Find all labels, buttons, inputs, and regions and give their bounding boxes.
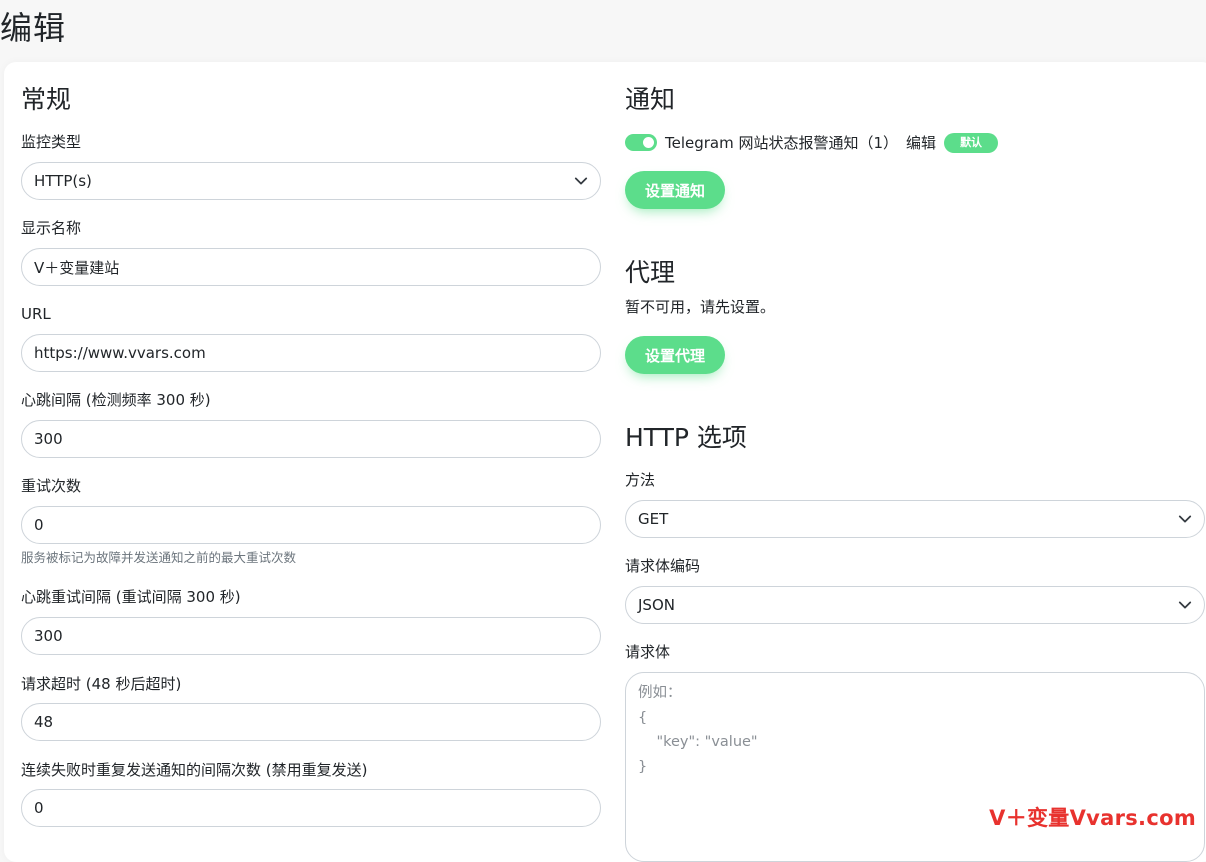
method-value: GET [638,510,669,528]
resend-interval-label: 连续失败时重复发送通知的间隔次数 (禁用重复发送) [21,761,368,779]
display-name-label: 显示名称 [21,219,82,237]
method-select[interactable]: GET [625,500,1205,538]
request-timeout-input[interactable]: 48 [21,703,601,741]
chevron-down-icon [1178,515,1192,523]
display-name-input[interactable]: V＋变量建站 [21,248,601,286]
notification-name: Telegram 网站状态报警通知（1） [665,134,899,152]
proxy-unavailable-text: 暂不可用，请先设置。 [625,298,776,316]
url-input[interactable]: https://www.vvars.com [21,334,601,372]
retries-input[interactable]: 0 [21,506,601,544]
notification-item: Telegram 网站状态报警通知（1） 编辑 默认 [625,132,999,153]
monitor-type-label: 监控类型 [21,133,82,151]
retry-interval-input[interactable]: 300 [21,617,601,655]
url-label: URL [21,305,51,323]
body-encoding-select[interactable]: JSON [625,586,1205,624]
retries-help-text: 服务被标记为故障并发送通知之前的最大重试次数 [21,550,297,565]
notification-edit-link[interactable]: 编辑 [906,132,936,153]
general-heading: 常规 [21,85,72,114]
method-label: 方法 [625,471,656,489]
retries-label: 重试次数 [21,477,82,495]
watermark: V＋变量Vvars.com [989,806,1196,830]
body-encoding-label: 请求体编码 [625,557,701,575]
monitor-type-value: HTTP(s) [34,172,92,190]
setup-notification-button[interactable]: 设置通知 [625,171,726,209]
chevron-down-icon [574,177,588,185]
monitor-type-select[interactable]: HTTP(s) [21,162,601,200]
default-badge: 默认 [944,132,999,153]
http-options-heading: HTTP 选项 [625,423,747,452]
body-encoding-value: JSON [638,596,675,614]
heartbeat-interval-label: 心跳间隔 (检测频率 300 秒) [21,391,211,409]
notification-toggle[interactable] [625,134,657,151]
setup-proxy-button[interactable]: 设置代理 [625,336,726,374]
request-timeout-label: 请求超时 (48 秒后超时) [21,675,182,693]
body-textarea[interactable] [625,672,1205,862]
notifications-heading: 通知 [625,85,676,114]
heartbeat-interval-input[interactable]: 300 [21,420,601,458]
resend-interval-input[interactable]: 0 [21,789,601,827]
body-label: 请求体 [625,643,671,661]
retry-interval-label: 心跳重试间隔 (重试间隔 300 秒) [21,588,241,606]
page-title: 编辑 [0,9,67,47]
proxy-heading: 代理 [625,258,676,287]
chevron-down-icon [1178,601,1192,609]
